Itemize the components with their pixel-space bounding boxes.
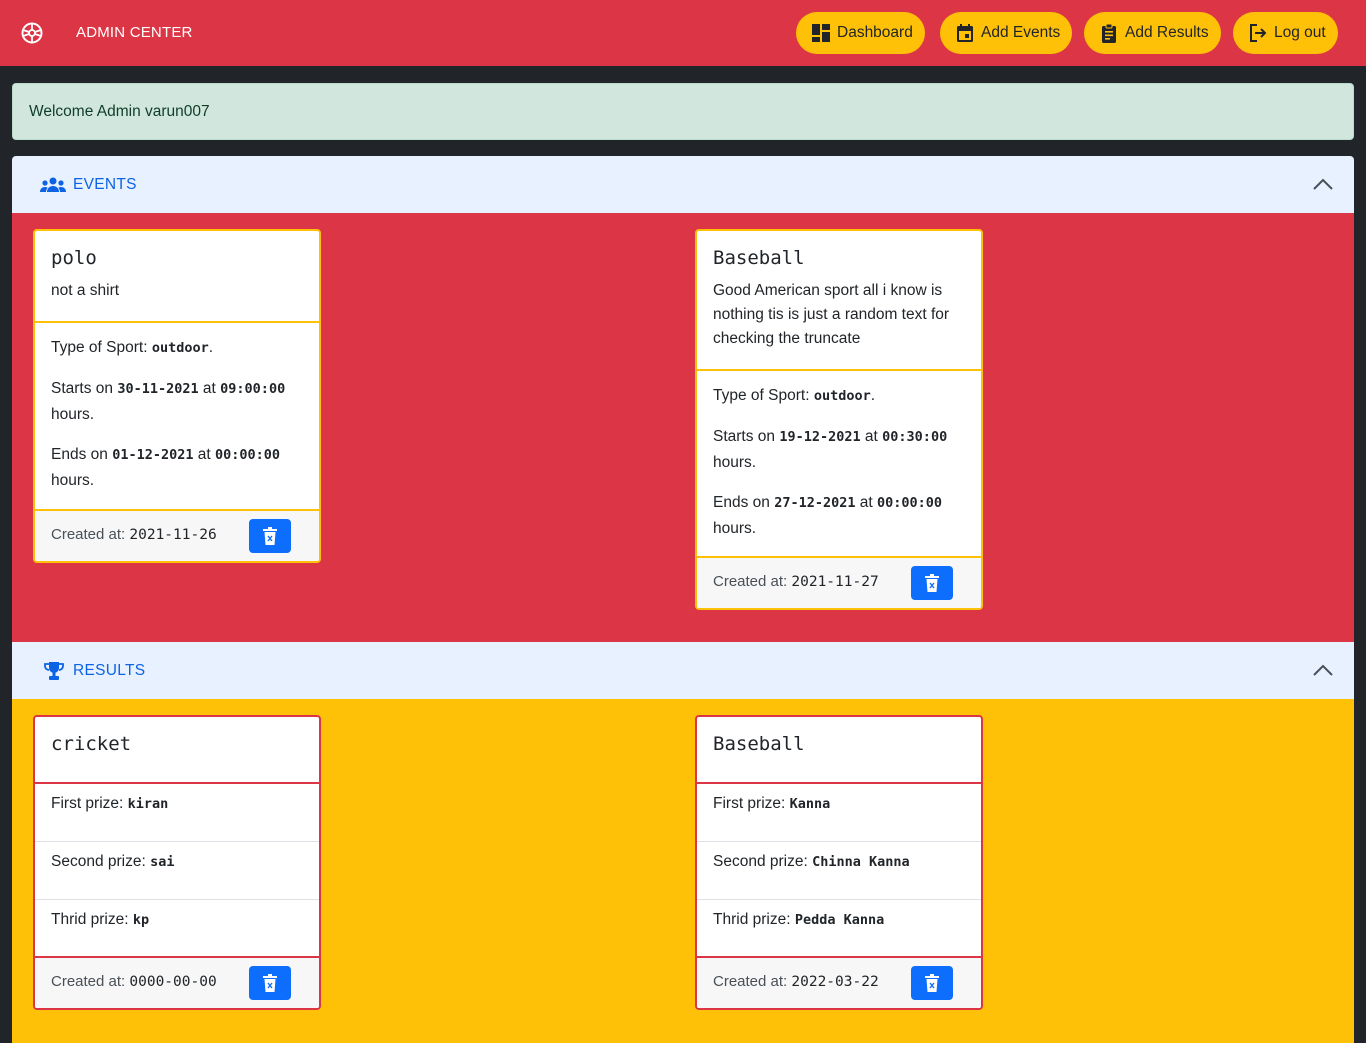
calendar-icon [957,24,973,42]
event-card-footer: Created at: 2021-11-26 [35,509,319,561]
created-at: Created at: 2022-03-22 [713,973,879,990]
trash-icon [263,974,277,992]
result-title: cricket [51,733,132,755]
event-end: Ends on 01-12-2021 at 00:00:00 hours. [51,446,281,489]
trash-icon [263,527,277,545]
delete-event-button[interactable] [249,519,291,553]
clipboard-icon [1102,23,1116,43]
welcome-text: Welcome Admin varun007 [29,102,210,120]
dashboard-icon [812,24,830,42]
created-at: Created at: 2021-11-27 [713,573,879,590]
event-description: Good American sport all i know is nothin… [713,282,950,347]
brand-logo-icon[interactable] [20,21,44,45]
prize-list: First prize: kiran Second prize: sai Thr… [35,784,319,958]
result-title: Baseball [713,733,805,755]
event-description: not a shirt [51,282,120,299]
delete-result-button[interactable] [249,966,291,1000]
second-prize: Second prize: sai [35,842,319,900]
dashboard-button[interactable]: Dashboard [796,12,925,54]
add-results-button[interactable]: Add Results [1084,12,1221,54]
event-card: polo not a shirt Type of Sport: outdoor.… [33,229,321,563]
result-card: cricket First prize: kiran Second prize:… [33,715,321,1010]
event-end: Ends on 27-12-2021 at 00:00:00 hours. [713,494,943,537]
users-group-icon [40,177,66,192]
results-accordion-header[interactable]: RESULTS [12,642,1354,699]
event-card-body: Type of Sport: outdoor. Starts on 30-11-… [35,323,319,493]
events-accordion-body: polo not a shirt Type of Sport: outdoor.… [12,213,1354,642]
logout-icon [1250,24,1267,42]
delete-result-button[interactable] [911,966,953,1000]
delete-event-button[interactable] [911,566,953,600]
first-prize: First prize: Kanna [697,784,981,842]
result-card-footer: Created at: 0000-00-00 [35,956,319,1008]
results-accordion-body: cricket First prize: kiran Second prize:… [12,699,1354,1043]
result-card: Baseball First prize: Kanna Second prize… [695,715,983,1010]
created-at: Created at: 0000-00-00 [51,973,217,990]
events-accordion-header[interactable]: EVENTS [12,156,1354,213]
trophy-icon [44,662,64,680]
event-card-header: Baseball Good American sport all i know … [697,231,981,371]
created-at: Created at: 2021-11-26 [51,526,217,543]
event-start: Starts on 19-12-2021 at 00:30:00 hours. [713,428,948,471]
add-results-label: Add Results [1125,24,1209,41]
event-card-body: Type of Sport: outdoor. Starts on 19-12-… [697,371,981,541]
dashboard-label: Dashboard [837,24,913,41]
result-card-header: Baseball [697,717,981,784]
welcome-alert: Welcome Admin varun007 [12,83,1354,140]
event-title: Baseball [713,247,805,269]
event-card: Baseball Good American sport all i know … [695,229,983,610]
brand-title[interactable]: ADMIN CENTER [76,24,193,41]
event-card-header: polo not a shirt [35,231,319,323]
add-events-label: Add Events [981,24,1061,41]
event-start: Starts on 30-11-2021 at 09:00:00 hours. [51,380,286,423]
third-prize: Thrid prize: kp [51,911,150,928]
event-title: polo [51,247,97,269]
trash-icon [925,574,939,592]
chevron-up-icon [1313,664,1333,676]
event-type: Type of Sport: outdoor. [713,387,876,404]
trash-icon [925,974,939,992]
events-header-label: EVENTS [73,176,137,193]
result-card-header: cricket [35,717,319,784]
event-card-footer: Created at: 2021-11-27 [697,556,981,608]
second-prize: Second prize: Chinna Kanna [697,842,981,900]
chevron-up-icon [1313,178,1333,190]
results-header-label: RESULTS [73,662,146,679]
prize-list: First prize: Kanna Second prize: Chinna … [697,784,981,958]
result-card-footer: Created at: 2022-03-22 [697,956,981,1008]
event-type: Type of Sport: outdoor. [51,339,214,356]
add-events-button[interactable]: Add Events [940,12,1073,54]
first-prize: First prize: kiran [35,784,319,842]
logout-label: Log out [1274,24,1326,41]
logout-button[interactable]: Log out [1233,12,1338,54]
top-navbar: ADMIN CENTER Dashboard Add Events Add Re… [0,0,1366,66]
third-prize: Thrid prize: Pedda Kanna [713,911,885,928]
